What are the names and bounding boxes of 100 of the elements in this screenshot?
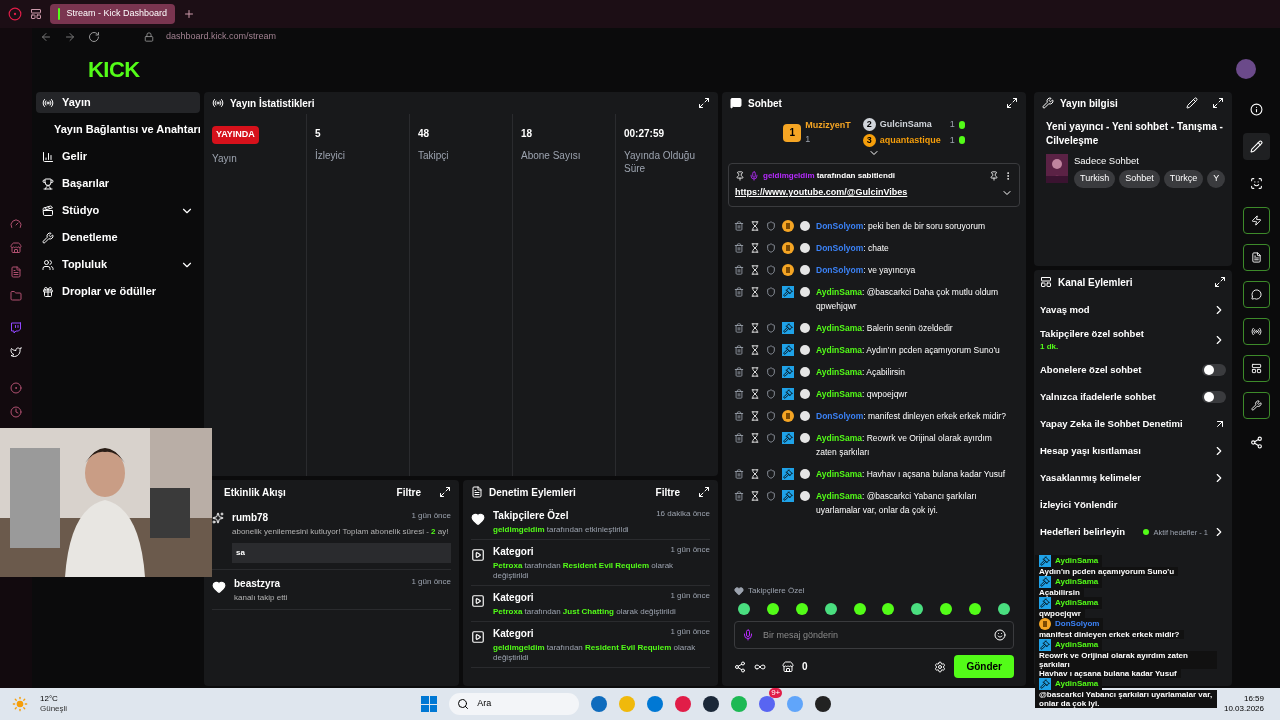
timeout-icon[interactable]	[750, 322, 760, 333]
popout-icon[interactable]	[698, 97, 710, 109]
delete-icon[interactable]	[734, 344, 744, 355]
send-button[interactable]: Gönder	[954, 655, 1014, 678]
popout-icon[interactable]	[439, 486, 451, 498]
timeout-icon[interactable]	[750, 220, 760, 231]
nav-item[interactable]: Gelir	[62, 148, 88, 165]
twitch-icon[interactable]	[10, 322, 22, 334]
shield-icon[interactable]	[766, 220, 776, 231]
timeout-icon[interactable]	[750, 468, 760, 479]
shield-icon[interactable]	[766, 264, 776, 275]
bird-icon[interactable]	[10, 346, 22, 358]
player-icon[interactable]	[10, 382, 22, 394]
timeout-icon[interactable]	[750, 242, 760, 253]
tag[interactable]: Türkçe	[1163, 170, 1204, 188]
toggle-switch[interactable]	[1202, 364, 1226, 377]
popout-icon[interactable]	[698, 486, 710, 498]
message-input[interactable]: Bir mesaj gönderin	[734, 621, 1014, 649]
shield-icon[interactable]	[766, 468, 776, 479]
chat-icon[interactable]	[1242, 281, 1270, 308]
timeout-icon[interactable]	[750, 286, 760, 297]
emote-icon[interactable]	[853, 603, 866, 615]
layout-icon[interactable]	[1242, 355, 1270, 382]
timeout-icon[interactable]	[750, 366, 760, 377]
workspace-icon[interactable]	[30, 8, 42, 20]
avatar-icon[interactable]	[1236, 59, 1256, 79]
nav-item[interactable]: Stüdyo	[62, 202, 100, 219]
delete-icon[interactable]	[734, 286, 744, 297]
timeout-icon[interactable]	[750, 432, 760, 443]
shield-icon[interactable]	[766, 242, 776, 253]
broadcast-icon[interactable]	[1242, 318, 1270, 345]
tag[interactable]: Sohbet	[1119, 170, 1160, 188]
emote-icon[interactable]	[969, 603, 981, 615]
nav-item[interactable]: Topluluk	[62, 256, 107, 273]
shield-icon[interactable]	[766, 432, 776, 443]
emoji-icon[interactable]	[994, 629, 1006, 641]
taskbar-search[interactable]: Ara	[449, 693, 580, 715]
shield-icon[interactable]	[766, 366, 776, 377]
delete-icon[interactable]	[734, 468, 744, 479]
emote-icon[interactable]	[940, 603, 953, 615]
nav-item[interactable]: Droplar ve ödüller	[62, 283, 157, 300]
timeout-icon[interactable]	[750, 490, 760, 501]
wrench-icon[interactable]	[1242, 392, 1270, 419]
action-label[interactable]: Hesap yaşı kısıtlaması	[1040, 444, 1212, 459]
emote-icon[interactable]	[997, 603, 1010, 615]
emote-icon[interactable]	[795, 603, 808, 615]
mic-icon[interactable]	[742, 629, 754, 641]
app-icon[interactable]	[703, 696, 720, 712]
delete-icon[interactable]	[734, 410, 744, 421]
kick-logo[interactable]: KICK	[88, 52, 140, 86]
emote-icon[interactable]	[738, 603, 750, 615]
popout-icon[interactable]	[1214, 276, 1226, 288]
shield-icon[interactable]	[766, 344, 776, 355]
toggle-switch[interactable]	[1202, 391, 1226, 404]
back-icon[interactable]	[40, 31, 52, 43]
pencil-icon[interactable]	[1242, 133, 1270, 160]
document-icon[interactable]	[10, 266, 22, 278]
shield-icon[interactable]	[766, 410, 776, 421]
document-icon[interactable]	[1242, 244, 1270, 271]
timeout-icon[interactable]	[750, 344, 760, 355]
action-label[interactable]: Yapay Zeka ile Sohbet Denetimi	[1040, 417, 1214, 432]
nav-item[interactable]: Yayın	[62, 94, 91, 111]
delete-icon[interactable]	[734, 264, 744, 275]
store-icon[interactable]	[782, 660, 794, 673]
shield-icon[interactable]	[766, 388, 776, 399]
shield-icon[interactable]	[766, 286, 776, 297]
action-label[interactable]: Yavaş mod	[1040, 302, 1212, 318]
timeout-icon[interactable]	[750, 410, 760, 421]
delete-icon[interactable]	[734, 322, 744, 333]
delete-icon[interactable]	[734, 490, 744, 501]
tag[interactable]: Turkish	[1074, 170, 1116, 188]
shield-icon[interactable]	[766, 490, 776, 501]
action-label[interactable]: Hedefleri belirleyin	[1040, 525, 1144, 540]
popout-icon[interactable]	[1212, 97, 1224, 109]
filter-button[interactable]: Filtre	[396, 484, 421, 500]
edit-icon[interactable]	[1186, 97, 1198, 109]
emote-icon[interactable]	[882, 603, 895, 615]
new-tab-icon[interactable]	[183, 8, 195, 20]
pin-icon[interactable]	[989, 171, 999, 181]
folder-icon[interactable]	[10, 290, 22, 302]
delete-icon[interactable]	[734, 388, 744, 399]
delete-icon[interactable]	[734, 220, 744, 231]
action-label[interactable]: Takipçilere özel sohbet	[1040, 327, 1212, 342]
start-icon[interactable]	[421, 696, 438, 712]
address-bar[interactable]: dashboard.kick.com/stream	[166, 30, 277, 44]
tag[interactable]: Y	[1207, 170, 1226, 188]
action-label[interactable]: Yasaklanmış kelimeler	[1040, 471, 1212, 486]
opera-logo-icon[interactable]	[8, 7, 22, 21]
nav-item[interactable]: Başarılar	[62, 175, 110, 192]
nav-item[interactable]: Yayın Bağlantısı ve Anahtarı	[54, 121, 201, 138]
delete-icon[interactable]	[734, 242, 744, 253]
emote-icon[interactable]	[911, 603, 924, 615]
delete-icon[interactable]	[734, 432, 744, 443]
emote-icon[interactable]	[766, 603, 779, 615]
nav-item[interactable]: Denetleme	[62, 229, 118, 246]
timeout-icon[interactable]	[750, 264, 760, 275]
app-icon[interactable]	[815, 696, 832, 712]
lightning-icon[interactable]	[1242, 207, 1270, 234]
browser-tab[interactable]: Stream - Kick Dashboard	[50, 4, 175, 24]
settings-icon[interactable]	[934, 660, 947, 673]
